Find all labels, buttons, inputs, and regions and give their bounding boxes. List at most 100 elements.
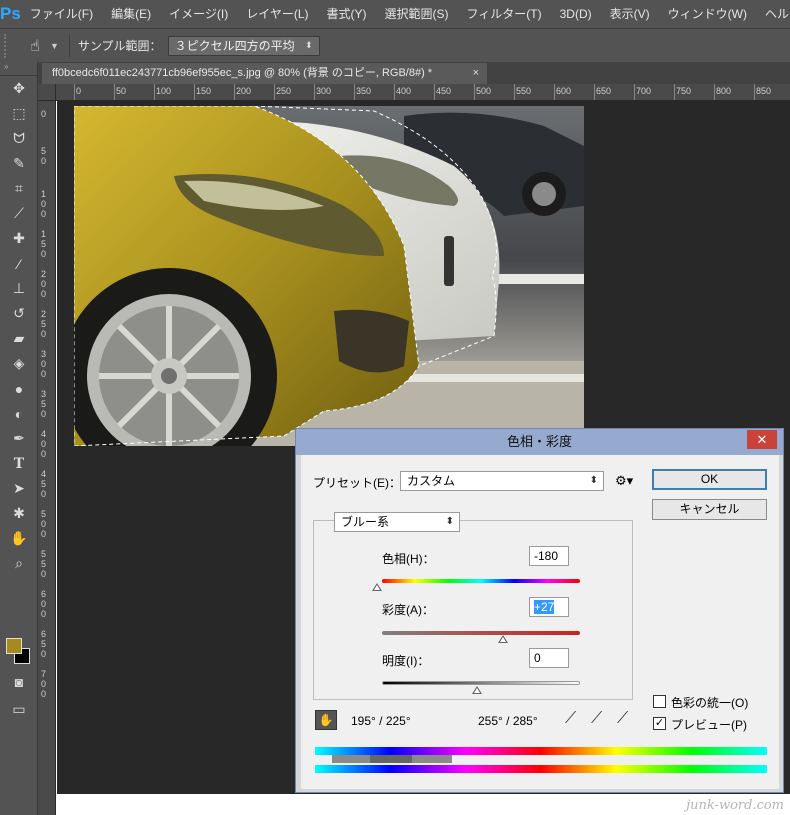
hue-slider-thumb[interactable]: [372, 583, 382, 591]
adjustment-group: ブルー系 ⬍ 色相(H)： -180 彩度(A)： +27 明度(I)： 0: [313, 512, 633, 700]
ruler-tick: 750: [673, 84, 692, 100]
preset-label: プリセット(E)：: [313, 476, 401, 490]
ruler-tick: 350: [41, 389, 47, 419]
preset-select[interactable]: カスタム ⬍: [400, 471, 604, 491]
menu-edit[interactable]: 編集(E): [102, 0, 160, 28]
eyedropper-icon[interactable]: ⟋: [565, 710, 576, 728]
close-button[interactable]: ✕: [747, 430, 777, 449]
ruler-corner[interactable]: [38, 84, 56, 101]
pen-icon[interactable]: ✒: [0, 426, 38, 451]
hand-icon[interactable]: ✋: [315, 710, 337, 730]
document-tab-title: ff0bcedc6f011ec243771cb96ef955ec_s.jpg @…: [52, 67, 433, 79]
preview-label: プレビュー(P): [671, 718, 747, 732]
ruler-tick: 600: [41, 589, 47, 619]
healing-icon[interactable]: ✚: [0, 226, 38, 251]
menu-select[interactable]: 選択範囲(S): [376, 0, 458, 28]
menu-layer[interactable]: レイヤー(L): [237, 0, 317, 28]
channel-select[interactable]: ブルー系 ⬍: [334, 512, 460, 532]
ruler-tick: 50: [113, 84, 127, 100]
blur-icon[interactable]: ●: [0, 376, 38, 401]
gear-icon[interactable]: ⚙▾: [615, 473, 633, 489]
saturation-slider[interactable]: [382, 631, 580, 635]
lightness-input[interactable]: 0: [529, 648, 569, 668]
dodge-icon[interactable]: ◐: [0, 401, 38, 426]
ruler-tick: 150: [41, 229, 47, 259]
spinner-icon: ⬍: [445, 516, 454, 527]
path-select-icon[interactable]: ➤: [0, 476, 38, 501]
bucket-icon[interactable]: ◈: [0, 351, 38, 376]
colorize-checkbox[interactable]: [653, 695, 666, 708]
lightness-label: 明度(I)：: [382, 654, 430, 668]
zoom-icon[interactable]: ⌕: [0, 551, 38, 576]
options-grip[interactable]: [4, 33, 12, 58]
ruler-tick: 650: [41, 629, 47, 659]
document-image[interactable]: [74, 106, 584, 446]
ruler-tick: 150: [193, 84, 212, 100]
hue-input[interactable]: -180: [529, 546, 569, 566]
watermark: junk-word.com: [686, 798, 784, 813]
ruler-tick: 500: [473, 84, 492, 100]
close-icon[interactable]: ×: [473, 63, 479, 84]
ruler-tick: 250: [41, 309, 47, 339]
foreground-color-swatch[interactable]: [6, 638, 22, 654]
document-tab[interactable]: ff0bcedc6f011ec243771cb96ef955ec_s.jpg @…: [42, 63, 487, 84]
hand-icon[interactable]: ☝: [20, 36, 50, 56]
screen-mode-icon[interactable]: ▭: [0, 697, 38, 722]
type-icon[interactable]: T: [0, 451, 38, 476]
marquee-icon[interactable]: ⬚: [0, 101, 38, 126]
menu-3d[interactable]: 3D(D): [551, 0, 601, 28]
spinner-icon: ⬍: [305, 40, 313, 50]
lightness-slider-thumb[interactable]: [472, 686, 482, 694]
eyedropper-minus-icon[interactable]: ⟋: [617, 710, 628, 728]
quick-mask-icon[interactable]: ◙: [0, 669, 38, 694]
stamp-icon[interactable]: ⊥: [0, 276, 38, 301]
menu-filter[interactable]: フィルター(T): [458, 0, 551, 28]
menu-help[interactable]: ヘルプ(H): [756, 0, 790, 28]
sample-size-select[interactable]: ３ピクセル四方の平均 ⬍: [167, 35, 320, 56]
saturation-input[interactable]: +27: [529, 597, 569, 617]
horizontal-ruler[interactable]: 0 50 100 150 200 250 300 350 400 450 500…: [56, 84, 790, 101]
ruler-tick: 0: [41, 109, 47, 119]
eraser-icon[interactable]: ▰: [0, 326, 38, 351]
vertical-ruler[interactable]: 0 50 100 150 200 250 300 350 400 450 500…: [38, 101, 56, 815]
range-slider[interactable]: [332, 755, 452, 763]
ruler-tick: 450: [41, 469, 47, 499]
menu-file[interactable]: ファイル(F): [21, 0, 102, 28]
options-bar: ☝ ▼ サンプル範囲： ３ピクセル四方の平均 ⬍: [0, 28, 790, 62]
eyedropper-plus-icon[interactable]: ⟋: [591, 710, 602, 728]
ruler-tick: 800: [713, 84, 732, 100]
crop-icon[interactable]: ⌗: [0, 176, 38, 201]
saturation-value: +27: [534, 600, 555, 614]
car-photo: [74, 106, 584, 446]
spinner-icon: ⬍: [589, 475, 598, 486]
menu-image[interactable]: イメージ(I): [160, 0, 237, 28]
history-brush-icon[interactable]: ↺: [0, 301, 38, 326]
range-slider-center[interactable]: [370, 755, 412, 763]
shape-icon[interactable]: ✱: [0, 501, 38, 526]
preview-checkbox[interactable]: ✓: [653, 717, 666, 730]
lightness-slider[interactable]: [382, 681, 580, 685]
quick-select-icon[interactable]: ✎: [0, 151, 38, 176]
brush-icon[interactable]: ⁄: [0, 251, 38, 276]
move-icon[interactable]: ✥: [0, 76, 38, 101]
photoshop-logo: Ps: [0, 0, 21, 28]
preset-value: カスタム: [407, 474, 456, 488]
menu-view[interactable]: 表示(V): [601, 0, 659, 28]
menu-window[interactable]: ウィンドウ(W): [659, 0, 756, 28]
menu-type[interactable]: 書式(Y): [318, 0, 376, 28]
hand-icon[interactable]: ✋: [0, 526, 38, 551]
tools-panel-collapse[interactable]: »: [0, 62, 37, 76]
chevron-down-icon[interactable]: ▼: [50, 41, 59, 51]
dialog-titlebar[interactable]: 色相・彩度 ✕: [296, 429, 783, 455]
ruler-tick: 450: [433, 84, 452, 100]
lasso-icon[interactable]: ᗢ: [0, 126, 38, 151]
ruler-tick: 650: [593, 84, 612, 100]
saturation-slider-thumb[interactable]: [498, 635, 508, 643]
ruler-tick: 100: [41, 189, 47, 219]
cancel-button[interactable]: キャンセル: [652, 499, 767, 520]
eyedropper-icon[interactable]: ⟋: [0, 201, 38, 226]
hue-slider[interactable]: [382, 579, 580, 583]
ruler-tick: 300: [41, 349, 47, 379]
ruler-tick: 700: [41, 669, 47, 699]
ok-button[interactable]: OK: [652, 469, 767, 490]
